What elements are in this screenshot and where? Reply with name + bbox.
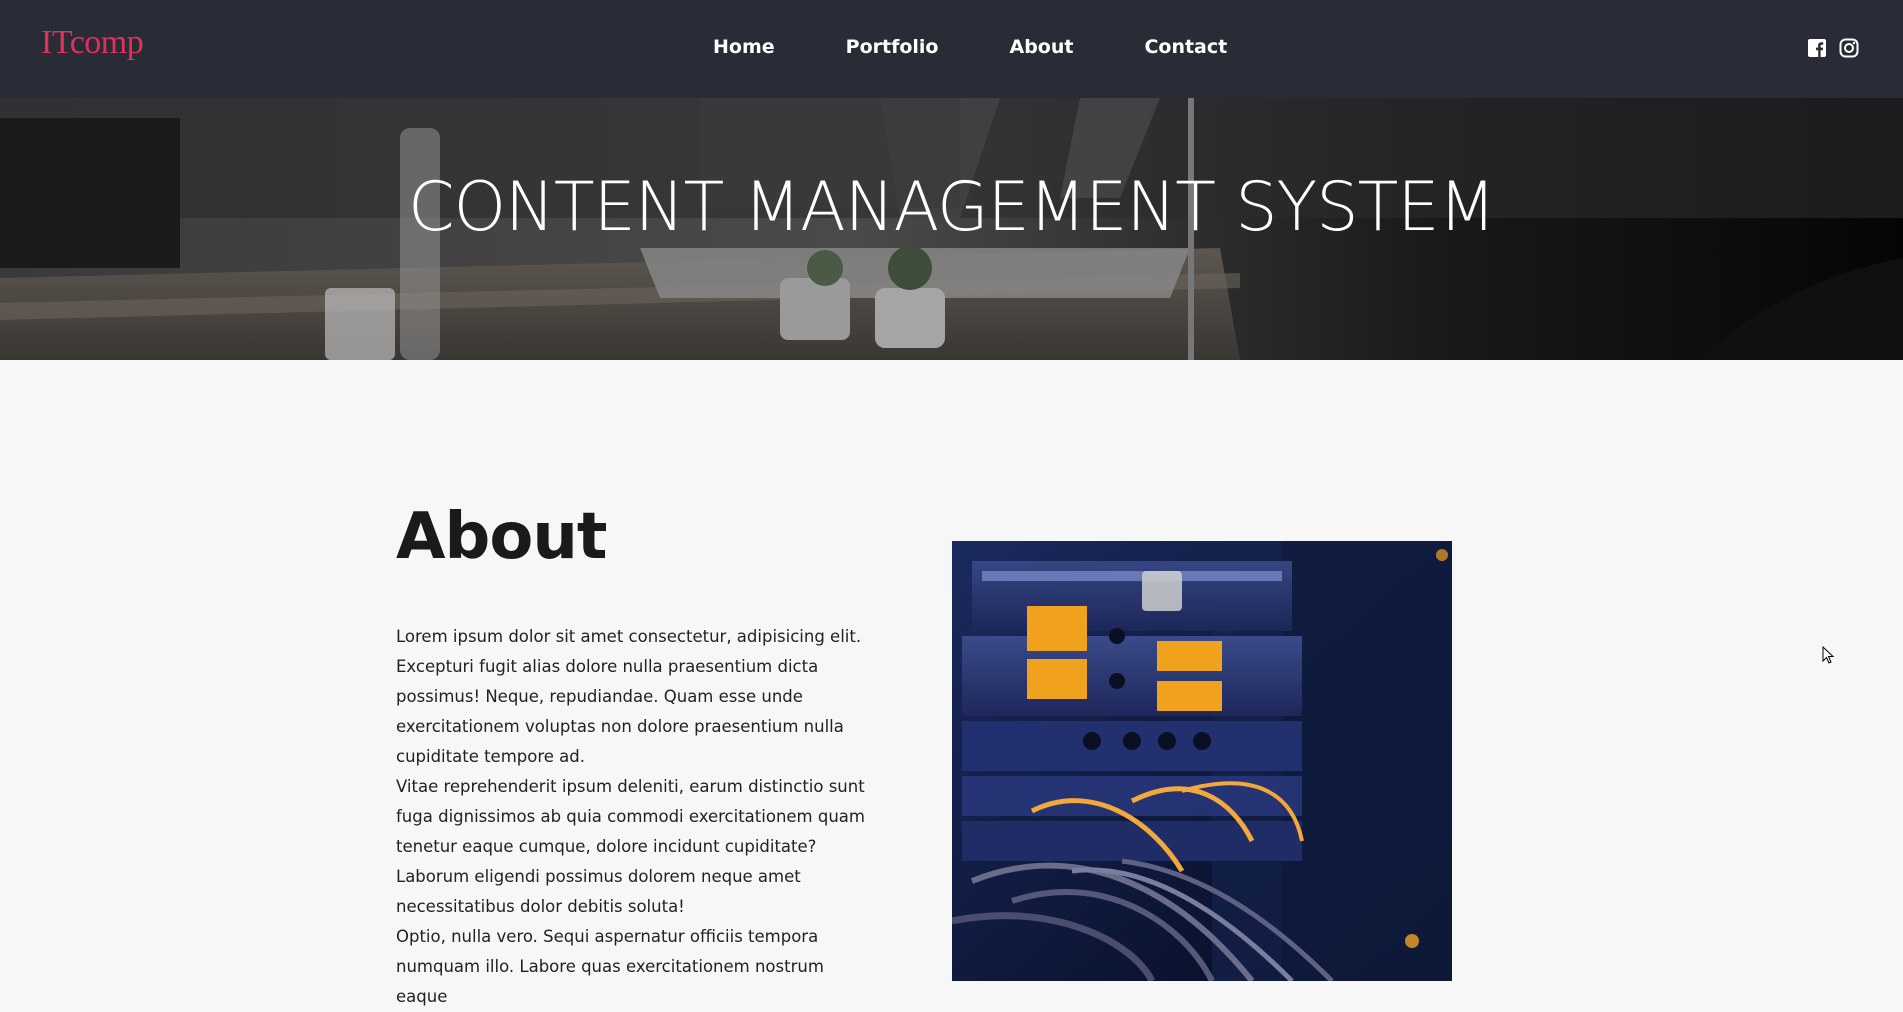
nav-link-contact[interactable]: Contact (1144, 36, 1227, 58)
mouse-cursor-icon (1822, 646, 1835, 664)
social-links (1807, 38, 1861, 60)
about-paragraph: Vitae reprehenderit ipsum deleniti, earu… (396, 777, 865, 916)
nav-link-portfolio[interactable]: Portfolio (846, 36, 939, 58)
nav-link-about[interactable]: About (1009, 36, 1073, 58)
about-paragraph: Optio, nulla vero. Sequi aspernatur offi… (396, 927, 824, 1006)
hero-title: CONTENT MANAGEMENT SYSTEM (408, 168, 1496, 247)
main-nav: Home Portfolio About Contact (713, 36, 1227, 58)
about-paragraph: Lorem ipsum dolor sit amet consectetur, … (396, 627, 862, 766)
site-logo[interactable]: ITcomp (41, 24, 144, 62)
server-rack-image (952, 541, 1452, 981)
about-text: Lorem ipsum dolor sit amet consectetur, … (396, 622, 871, 1012)
nav-link-home[interactable]: Home (713, 36, 775, 58)
facebook-icon[interactable] (1807, 38, 1829, 60)
instagram-icon[interactable] (1839, 38, 1861, 60)
navbar: ITcomp Home Portfolio About Contact (0, 0, 1903, 98)
hero-banner: CONTENT MANAGEMENT SYSTEM (0, 98, 1903, 360)
about-section: About Lorem ipsum dolor sit amet consect… (0, 360, 1903, 1006)
about-heading: About (396, 500, 607, 574)
